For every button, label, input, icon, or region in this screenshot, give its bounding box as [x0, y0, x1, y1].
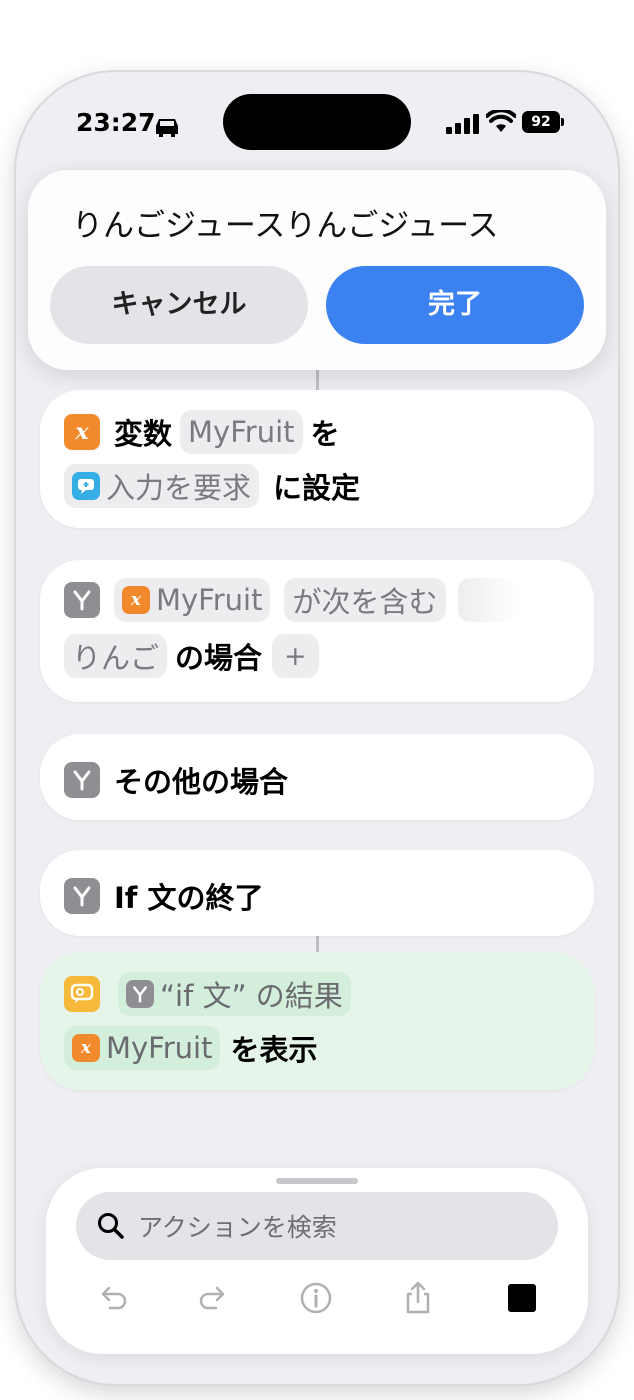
set-variable-prefix: 変数 — [114, 417, 173, 451]
end-if-row: If 文の終了 — [64, 875, 264, 917]
signal-icon — [446, 114, 479, 134]
if-suffix: の場合 — [175, 641, 263, 675]
search-placeholder: アクションを検索 — [138, 1213, 337, 1242]
if-condition-token[interactable]: が次を含む — [284, 578, 446, 622]
otherwise-action[interactable]: その他の場合 — [40, 734, 594, 820]
add-condition-button[interactable]: + — [272, 634, 319, 678]
show-result-suffix: を表示 — [230, 1033, 318, 1067]
if-condition-overflow — [457, 578, 518, 622]
if-value-token[interactable]: りんご — [64, 634, 168, 678]
sheet-grabber[interactable] — [276, 1178, 358, 1184]
if-variable-token[interactable]: x MyFruit — [114, 578, 271, 622]
if-result-label: “if 文” の結果 — [160, 979, 343, 1013]
otherwise-row: その他の場合 — [64, 759, 288, 801]
text-field-value[interactable]: りんごジュースりんごジュース — [72, 200, 499, 245]
if-result-token[interactable]: “if 文” の結果 — [118, 972, 351, 1016]
branch-icon — [64, 878, 100, 914]
set-variable-row-2: 入力を要求 に設定 — [64, 464, 360, 508]
if-action[interactable]: x MyFruit が次を含む りんご の場合 + — [40, 560, 594, 702]
redo-icon[interactable] — [196, 1280, 232, 1316]
connector-line — [316, 936, 319, 952]
battery-indicator: 92 — [522, 111, 564, 133]
info-icon[interactable] — [298, 1280, 334, 1316]
branch-icon — [64, 582, 100, 618]
set-variable-row-1: x 変数 MyFruit を — [64, 410, 340, 454]
show-result-action[interactable]: “if 文” の結果 x MyFruit を表示 — [40, 952, 594, 1090]
if-row-1: x MyFruit が次を含む — [64, 578, 518, 622]
show-result-icon — [64, 976, 100, 1012]
text-entry-popup: りんごジュースりんごジュース キャンセル 完了 — [28, 170, 606, 370]
share-icon[interactable] — [400, 1280, 436, 1316]
set-variable-particle: を — [310, 417, 340, 451]
otherwise-label: その他の場合 — [114, 765, 289, 799]
search-icon — [98, 1213, 124, 1239]
dynamic-island — [223, 94, 411, 150]
branch-icon — [64, 762, 100, 798]
wifi-icon — [486, 110, 516, 132]
phone-frame: 23:27 92 りんごジュースりんごジュース キャンセル 完了 x 変数 My… — [16, 72, 618, 1384]
ask-input-token[interactable]: 入力を要求 — [64, 464, 260, 508]
connector-line — [316, 370, 319, 390]
variable-icon: x — [122, 586, 150, 614]
set-variable-action[interactable]: x 変数 MyFruit を 入力を要求 に設定 — [40, 390, 594, 528]
car-icon — [156, 119, 178, 137]
if-row-2: りんご の場合 + — [64, 634, 319, 678]
variable-icon: x — [64, 414, 100, 450]
set-variable-suffix: に設定 — [273, 471, 361, 505]
end-if-label: If 文の終了 — [114, 881, 264, 915]
variable-icon: x — [72, 1034, 100, 1062]
action-search-panel: アクションを検索 — [46, 1168, 588, 1354]
ask-input-label: 入力を要求 — [106, 471, 252, 505]
if-variable-label: MyFruit — [156, 583, 263, 617]
search-field[interactable]: アクションを検索 — [76, 1192, 558, 1260]
done-button[interactable]: 完了 — [326, 266, 584, 344]
branch-icon — [126, 980, 154, 1008]
show-variable-label: MyFruit — [106, 1031, 213, 1065]
show-variable-token[interactable]: x MyFruit — [64, 1026, 221, 1070]
stop-icon[interactable] — [504, 1280, 540, 1316]
show-result-row-2: x MyFruit を表示 — [64, 1026, 318, 1070]
end-if-action[interactable]: If 文の終了 — [40, 850, 594, 936]
show-result-row-1: “if 文” の結果 — [64, 972, 351, 1016]
variable-name-token[interactable]: MyFruit — [180, 410, 303, 454]
status-time: 23:27 — [76, 108, 156, 137]
cancel-button[interactable]: キャンセル — [50, 266, 308, 344]
undo-icon[interactable] — [94, 1280, 130, 1316]
screen: 23:27 92 りんごジュースりんごジュース キャンセル 完了 x 変数 My… — [16, 72, 618, 1384]
ask-input-icon — [72, 472, 100, 500]
